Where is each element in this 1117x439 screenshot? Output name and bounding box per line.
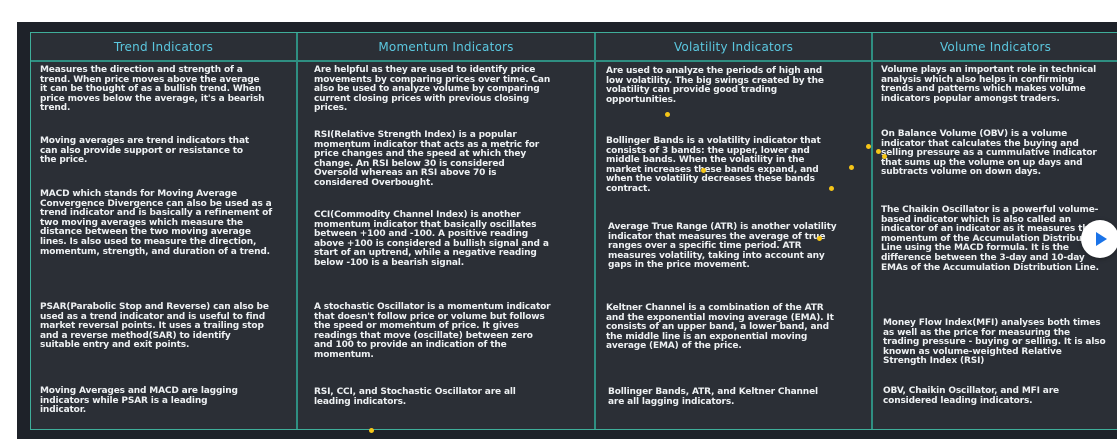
pointer-dot bbox=[817, 236, 822, 241]
volatility-paragraph-2: Bollinger Bands is a volatility indicato… bbox=[606, 136, 821, 194]
volume-paragraph-1: Volume plays an important role in techni… bbox=[881, 65, 1097, 104]
volatility-paragraph-4: Keltner Channel is a combination of the … bbox=[606, 303, 834, 352]
column-volume: Volume Indicators Volume plays an import… bbox=[873, 33, 1117, 429]
volume-paragraph-2: On Balance Volume (OBV) is a volume indi… bbox=[881, 129, 1097, 178]
volatility-paragraph-5: Bollinger Bands, ATR, and Keltner Channe… bbox=[608, 387, 818, 407]
column-heading-volume: Volume Indicators bbox=[873, 33, 1117, 62]
pointer-dot bbox=[829, 186, 834, 191]
indicator-board: Trend Indicators Measures the direction … bbox=[30, 32, 1117, 430]
trend-paragraph-4: PSAR(Parabolic Stop and Reverse) can als… bbox=[40, 302, 269, 351]
pointer-dot bbox=[882, 154, 887, 159]
pointer-dot bbox=[849, 165, 854, 170]
volume-paragraph-4: Money Flow Index(MFI) analyses both time… bbox=[883, 318, 1106, 367]
play-icon bbox=[1096, 232, 1107, 246]
column-heading-momentum: Momentum Indicators bbox=[298, 33, 594, 62]
momentum-paragraph-2: RSI(Relative Strength Index) is a popula… bbox=[314, 130, 540, 188]
play-button[interactable] bbox=[1081, 220, 1117, 258]
pointer-dot bbox=[369, 428, 374, 433]
volume-paragraph-3: The Chaikin Oscillator is a powerful vol… bbox=[881, 205, 1102, 273]
volatility-paragraph-3: Average True Range (ATR) is another vola… bbox=[608, 222, 837, 271]
column-heading-trend: Trend Indicators bbox=[31, 33, 296, 62]
momentum-paragraph-4: A stochastic Oscillator is a momentum in… bbox=[314, 302, 551, 360]
momentum-paragraph-5: RSI, CCI, and Stochastic Oscillator are … bbox=[314, 387, 516, 407]
pointer-dot bbox=[866, 144, 871, 149]
pointer-dot bbox=[701, 168, 706, 173]
pointer-dot bbox=[876, 149, 881, 154]
pointer-dot bbox=[665, 112, 670, 117]
column-volatility: Volatility Indicators Are used to analyz… bbox=[596, 33, 873, 429]
momentum-paragraph-1: Are helpful as they are used to identify… bbox=[314, 65, 551, 114]
column-heading-volatility: Volatility Indicators bbox=[596, 33, 871, 62]
trend-paragraph-3: MACD which stands for Moving Average Con… bbox=[40, 189, 272, 257]
column-momentum: Momentum Indicators Are helpful as they … bbox=[298, 33, 596, 429]
volatility-paragraph-1: Are used to analyze the periods of high … bbox=[606, 66, 824, 105]
trend-paragraph-1: Measures the direction and strength of a… bbox=[40, 65, 265, 114]
trend-paragraph-2: Moving averages are trend indicators tha… bbox=[40, 136, 250, 166]
momentum-paragraph-3: CCI(Commodity Channel Index) is another … bbox=[314, 210, 549, 268]
column-trend: Trend Indicators Measures the direction … bbox=[31, 33, 298, 429]
trend-paragraph-5: Moving Averages and MACD are lagging ind… bbox=[40, 386, 238, 416]
volume-paragraph-5: OBV, Chaikin Oscillator, and MFI are con… bbox=[883, 386, 1059, 406]
